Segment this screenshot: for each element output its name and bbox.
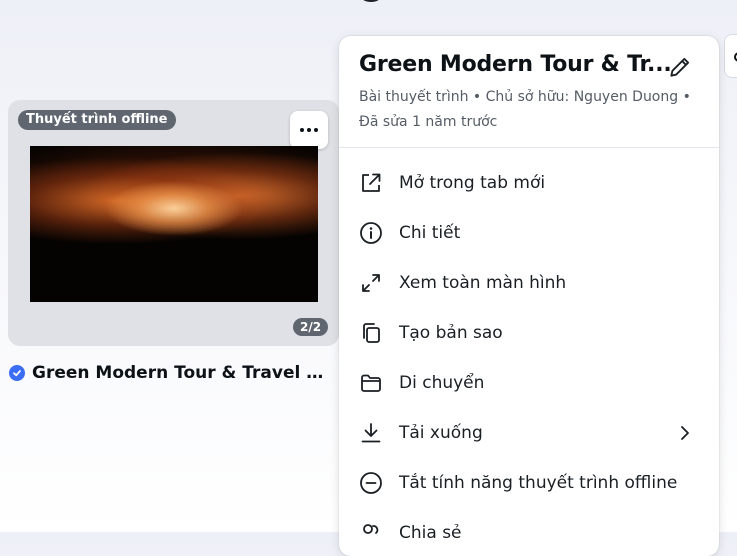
chevron-right-icon xyxy=(681,426,689,440)
menu-item-label: Chi tiết xyxy=(399,223,461,243)
menu-item-label: Chia sẻ xyxy=(399,523,462,543)
menu-item-label: Tải xuống xyxy=(399,423,483,443)
menu-item-make-copy[interactable]: Tạo bản sao xyxy=(339,308,719,358)
menu-item-label: Di chuyển xyxy=(399,373,485,393)
menu-item-move[interactable]: Di chuyển xyxy=(339,358,719,408)
page-count-badge: 2/2 xyxy=(293,318,329,336)
copy-icon xyxy=(363,323,380,343)
menu-header: Green Modern Tour & Tr... Bài thuyết trì… xyxy=(339,36,719,148)
menu-item-fullscreen[interactable]: Xem toàn màn hình xyxy=(339,258,719,308)
context-menu: Green Modern Tour & Tr... Bài thuyết trì… xyxy=(339,36,719,556)
pencil-icon[interactable] xyxy=(667,54,693,80)
dot xyxy=(314,128,318,132)
menu-item-disable-offline[interactable]: Tắt tính năng thuyết trình offline xyxy=(339,458,719,508)
design-title[interactable]: Green Modern Tour & Travel Agen... xyxy=(32,363,336,383)
info-icon xyxy=(360,222,382,244)
dot xyxy=(307,128,311,132)
menu-item-details[interactable]: Chi tiết xyxy=(339,208,719,258)
menu-item-label: Mở trong tab mới xyxy=(399,173,546,193)
fullscreen-icon xyxy=(362,274,380,292)
share-icon xyxy=(363,524,379,534)
menu-design-title: Green Modern Tour & Tr... xyxy=(359,52,672,77)
offline-badge: Thuyết trình offline xyxy=(18,110,176,130)
card-title-row: Green Modern Tour & Travel Agen... xyxy=(9,361,339,385)
dot xyxy=(300,128,304,132)
download-icon xyxy=(361,423,381,443)
verified-check-icon xyxy=(9,365,25,381)
settings-icon xyxy=(734,52,737,62)
top-decoration xyxy=(360,0,382,2)
menu-item-label: Tắt tính năng thuyết trình offline xyxy=(399,473,678,493)
design-thumbnail[interactable] xyxy=(30,146,318,302)
menu-item-label: Xem toàn màn hình xyxy=(399,273,567,293)
external-link-icon xyxy=(362,173,381,192)
more-options-button[interactable] xyxy=(290,111,328,149)
menu-item-open-new-tab[interactable]: Mở trong tab mới xyxy=(339,158,719,208)
menu-meta-info: Bài thuyết trình • Chủ sở hữu: Nguyen Du… xyxy=(359,89,691,130)
side-panel-button[interactable] xyxy=(724,34,737,78)
minus-circle-icon xyxy=(360,472,382,494)
menu-item-label: Tạo bản sao xyxy=(399,323,503,343)
folder-icon xyxy=(361,374,381,392)
menu-item-download[interactable]: Tải xuống xyxy=(339,408,719,458)
menu-item-share[interactable]: Chia sẻ xyxy=(339,508,719,556)
